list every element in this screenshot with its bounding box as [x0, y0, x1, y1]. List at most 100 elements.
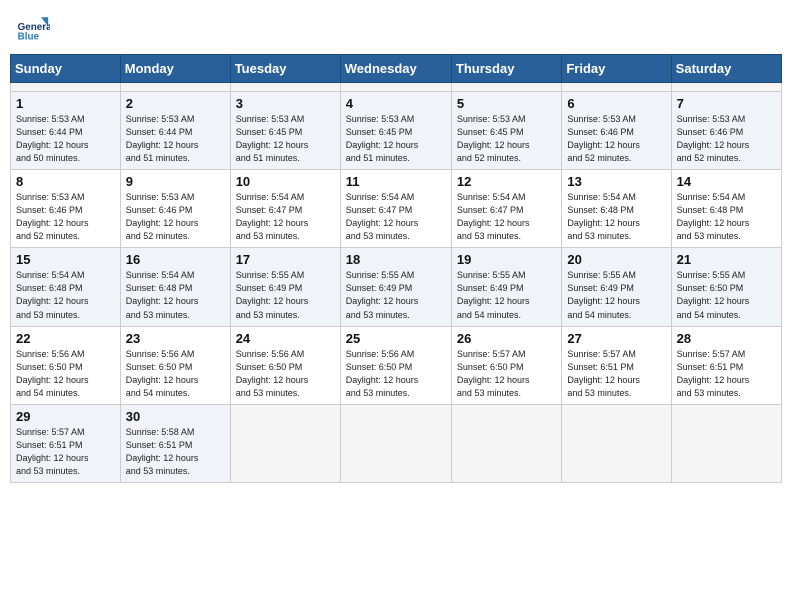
- day-info: Sunrise: 5:54 AM Sunset: 6:47 PM Dayligh…: [457, 191, 556, 243]
- day-number: 11: [346, 174, 446, 189]
- day-number: 20: [567, 252, 665, 267]
- calendar-header-row: SundayMondayTuesdayWednesdayThursdayFrid…: [11, 55, 782, 83]
- day-info: Sunrise: 5:54 AM Sunset: 6:48 PM Dayligh…: [126, 269, 225, 321]
- calendar-day-cell: 9Sunrise: 5:53 AM Sunset: 6:46 PM Daylig…: [120, 170, 230, 248]
- day-info: Sunrise: 5:54 AM Sunset: 6:47 PM Dayligh…: [346, 191, 446, 243]
- calendar-day-cell: 4 Sunrise: 5:53 AM Sunset: 6:45 PM Daylig…: [340, 92, 451, 170]
- calendar-day-cell: [671, 404, 781, 482]
- calendar-day-cell: 5 Sunrise: 5:53 AM Sunset: 6:45 PM Daylig…: [451, 92, 561, 170]
- calendar-day-cell: [340, 404, 451, 482]
- day-info: Sunrise: 5:55 AM Sunset: 6:49 PM Dayligh…: [457, 269, 556, 321]
- day-number: 16: [126, 252, 225, 267]
- calendar-table: SundayMondayTuesdayWednesdayThursdayFrid…: [10, 54, 782, 483]
- calendar-day-cell: 30 Sunrise: 5:58 AM Sunset: 6:51 PM Dayli…: [120, 404, 230, 482]
- calendar-day-cell: 3 Sunrise: 5:53 AM Sunset: 6:45 PM Daylig…: [230, 92, 340, 170]
- calendar-day-cell: [451, 83, 561, 92]
- day-number: 29: [16, 409, 115, 424]
- calendar-week-row: 22 Sunrise: 5:56 AM Sunset: 6:50 PM Dayli…: [11, 326, 782, 404]
- day-number: 25: [346, 331, 446, 346]
- calendar-day-cell: 2 Sunrise: 5:53 AM Sunset: 6:44 PM Daylig…: [120, 92, 230, 170]
- calendar-day-cell: 27Sunrise: 5:57 AM Sunset: 6:51 PM Dayli…: [562, 326, 671, 404]
- day-number: 7: [677, 96, 776, 111]
- calendar-week-row: 15 Sunrise: 5:54 AM Sunset: 6:48 PM Dayli…: [11, 248, 782, 326]
- calendar-day-cell: 6Sunrise: 5:53 AM Sunset: 6:46 PM Daylig…: [562, 92, 671, 170]
- calendar-day-cell: [340, 83, 451, 92]
- day-info: Sunrise: 5:57 AM Sunset: 6:51 PM Dayligh…: [16, 426, 115, 478]
- day-info: Sunrise: 5:53 AM Sunset: 6:46 PM Dayligh…: [16, 191, 115, 243]
- calendar-day-cell: 22 Sunrise: 5:56 AM Sunset: 6:50 PM Dayli…: [11, 326, 121, 404]
- calendar-day-cell: [230, 404, 340, 482]
- calendar-day-cell: 25 Sunrise: 5:56 AM Sunset: 6:50 PM Dayli…: [340, 326, 451, 404]
- day-info: Sunrise: 5:53 AM Sunset: 6:45 PM Dayligh…: [346, 113, 446, 165]
- day-info: Sunrise: 5:57 AM Sunset: 6:50 PM Dayligh…: [457, 348, 556, 400]
- day-info: Sunrise: 5:54 AM Sunset: 6:48 PM Dayligh…: [677, 191, 776, 243]
- day-number: 10: [236, 174, 335, 189]
- calendar-day-cell: 1Sunrise: 5:53 AM Sunset: 6:44 PM Daylig…: [11, 92, 121, 170]
- day-info: Sunrise: 5:57 AM Sunset: 6:51 PM Dayligh…: [677, 348, 776, 400]
- calendar-day-cell: [562, 404, 671, 482]
- day-number: 21: [677, 252, 776, 267]
- day-info: Sunrise: 5:56 AM Sunset: 6:50 PM Dayligh…: [236, 348, 335, 400]
- day-info: Sunrise: 5:56 AM Sunset: 6:50 PM Dayligh…: [346, 348, 446, 400]
- logo: General Blue: [14, 10, 54, 46]
- day-info: Sunrise: 5:55 AM Sunset: 6:49 PM Dayligh…: [236, 269, 335, 321]
- day-number: 22: [16, 331, 115, 346]
- calendar-day-cell: 20Sunrise: 5:55 AM Sunset: 6:49 PM Dayli…: [562, 248, 671, 326]
- day-info: Sunrise: 5:53 AM Sunset: 6:44 PM Dayligh…: [16, 113, 115, 165]
- calendar-day-cell: 8 Sunrise: 5:53 AM Sunset: 6:46 PM Daylig…: [11, 170, 121, 248]
- day-number: 3: [236, 96, 335, 111]
- day-info: Sunrise: 5:53 AM Sunset: 6:44 PM Dayligh…: [126, 113, 225, 165]
- day-info: Sunrise: 5:53 AM Sunset: 6:45 PM Dayligh…: [457, 113, 556, 165]
- calendar-day-cell: 19Sunrise: 5:55 AM Sunset: 6:49 PM Dayli…: [451, 248, 561, 326]
- day-info: Sunrise: 5:53 AM Sunset: 6:46 PM Dayligh…: [677, 113, 776, 165]
- calendar-day-cell: [671, 83, 781, 92]
- page-header: General Blue: [10, 10, 782, 46]
- svg-text:Blue: Blue: [18, 32, 40, 43]
- calendar-day-cell: 11 Sunrise: 5:54 AM Sunset: 6:47 PM Dayli…: [340, 170, 451, 248]
- logo-icon: General Blue: [14, 10, 50, 46]
- weekday-header-monday: Monday: [120, 55, 230, 83]
- day-info: Sunrise: 5:57 AM Sunset: 6:51 PM Dayligh…: [567, 348, 665, 400]
- calendar-week-row: 1Sunrise: 5:53 AM Sunset: 6:44 PM Daylig…: [11, 92, 782, 170]
- day-number: 17: [236, 252, 335, 267]
- day-number: 28: [677, 331, 776, 346]
- calendar-day-cell: 12 Sunrise: 5:54 AM Sunset: 6:47 PM Dayli…: [451, 170, 561, 248]
- day-info: Sunrise: 5:58 AM Sunset: 6:51 PM Dayligh…: [126, 426, 225, 478]
- day-number: 18: [346, 252, 446, 267]
- day-number: 5: [457, 96, 556, 111]
- calendar-day-cell: [120, 83, 230, 92]
- calendar-day-cell: 14Sunrise: 5:54 AM Sunset: 6:48 PM Dayli…: [671, 170, 781, 248]
- calendar-week-row: 29 Sunrise: 5:57 AM Sunset: 6:51 PM Dayli…: [11, 404, 782, 482]
- day-number: 24: [236, 331, 335, 346]
- calendar-day-cell: [451, 404, 561, 482]
- day-number: 30: [126, 409, 225, 424]
- day-info: Sunrise: 5:53 AM Sunset: 6:46 PM Dayligh…: [567, 113, 665, 165]
- day-info: Sunrise: 5:54 AM Sunset: 6:48 PM Dayligh…: [567, 191, 665, 243]
- calendar-week-row: [11, 83, 782, 92]
- day-info: Sunrise: 5:56 AM Sunset: 6:50 PM Dayligh…: [16, 348, 115, 400]
- day-info: Sunrise: 5:56 AM Sunset: 6:50 PM Dayligh…: [126, 348, 225, 400]
- calendar-day-cell: 29 Sunrise: 5:57 AM Sunset: 6:51 PM Dayli…: [11, 404, 121, 482]
- day-number: 2: [126, 96, 225, 111]
- calendar-day-cell: 17 Sunrise: 5:55 AM Sunset: 6:49 PM Dayli…: [230, 248, 340, 326]
- day-number: 26: [457, 331, 556, 346]
- day-info: Sunrise: 5:55 AM Sunset: 6:50 PM Dayligh…: [677, 269, 776, 321]
- day-info: Sunrise: 5:53 AM Sunset: 6:46 PM Dayligh…: [126, 191, 225, 243]
- weekday-header-saturday: Saturday: [671, 55, 781, 83]
- day-info: Sunrise: 5:54 AM Sunset: 6:47 PM Dayligh…: [236, 191, 335, 243]
- calendar-day-cell: 21 Sunrise: 5:55 AM Sunset: 6:50 PM Dayli…: [671, 248, 781, 326]
- weekday-header-thursday: Thursday: [451, 55, 561, 83]
- day-info: Sunrise: 5:53 AM Sunset: 6:45 PM Dayligh…: [236, 113, 335, 165]
- day-number: 15: [16, 252, 115, 267]
- weekday-header-wednesday: Wednesday: [340, 55, 451, 83]
- day-number: 12: [457, 174, 556, 189]
- calendar-day-cell: [11, 83, 121, 92]
- calendar-day-cell: 10 Sunrise: 5:54 AM Sunset: 6:47 PM Dayli…: [230, 170, 340, 248]
- calendar-day-cell: 15Sunrise: 5:54 AM Sunset: 6:48 PM Dayli…: [11, 248, 121, 326]
- day-number: 4: [346, 96, 446, 111]
- weekday-header-tuesday: Tuesday: [230, 55, 340, 83]
- calendar-week-row: 8 Sunrise: 5:53 AM Sunset: 6:46 PM Daylig…: [11, 170, 782, 248]
- day-number: 8: [16, 174, 115, 189]
- weekday-header-sunday: Sunday: [11, 55, 121, 83]
- weekday-header-friday: Friday: [562, 55, 671, 83]
